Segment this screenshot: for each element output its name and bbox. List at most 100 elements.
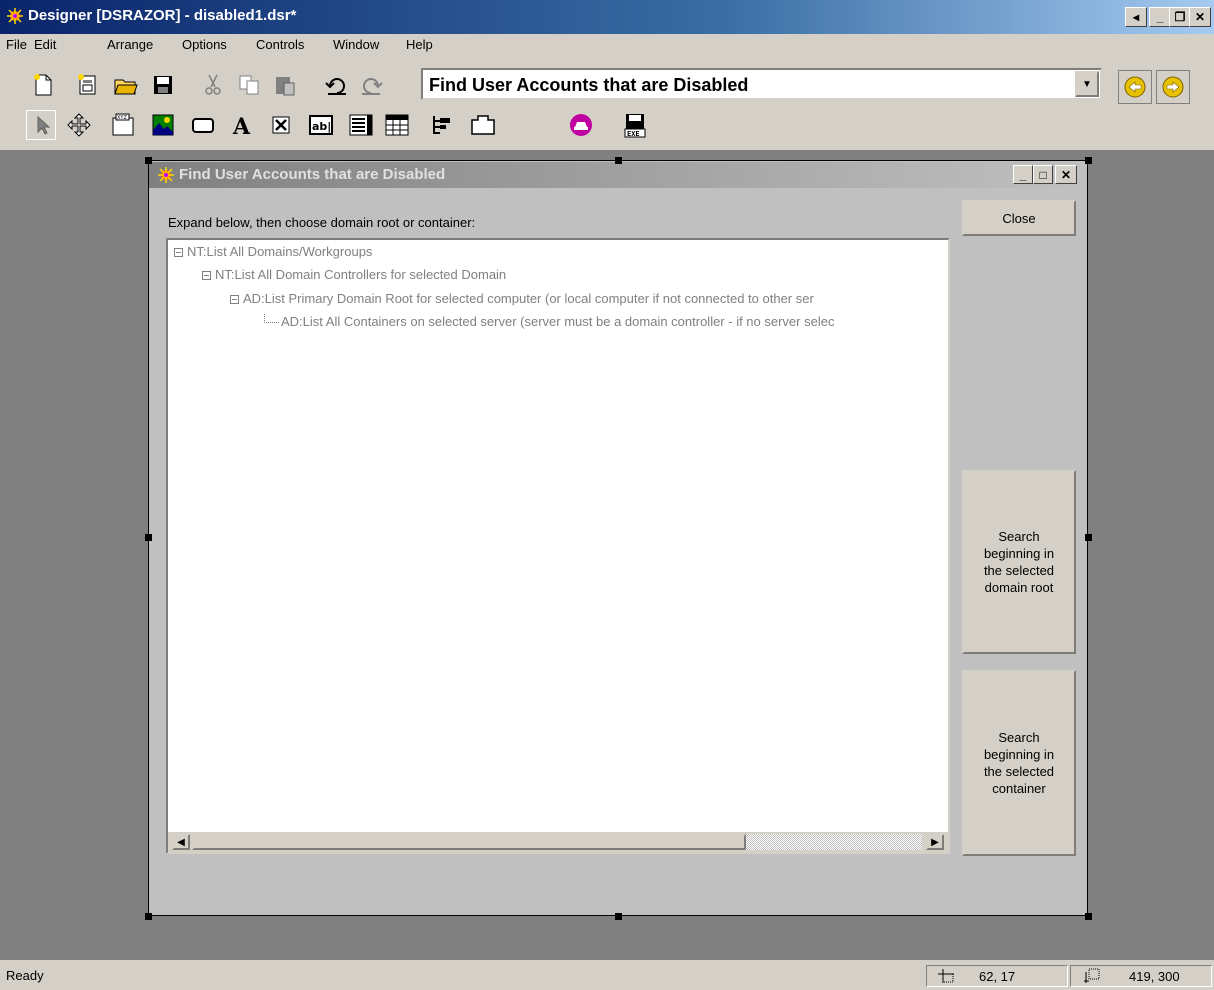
form-selector-combo[interactable]: Find User Accounts that are Disabled ▼ bbox=[421, 68, 1102, 100]
new-template-icon bbox=[78, 74, 96, 95]
resize-handle-e[interactable] bbox=[1085, 534, 1092, 541]
maximize-icon: □ bbox=[1039, 167, 1047, 182]
form-maximize-button[interactable]: □ bbox=[1033, 165, 1053, 184]
tree-node-containers[interactable]: AD:List All Containers on selected serve… bbox=[264, 314, 834, 329]
new-file-icon bbox=[34, 74, 52, 96]
save-icon bbox=[154, 76, 172, 94]
new-template-button[interactable] bbox=[72, 70, 102, 100]
grid-tool[interactable] bbox=[382, 110, 412, 140]
button-icon bbox=[192, 118, 214, 133]
move-tool[interactable] bbox=[64, 110, 94, 140]
resize-handle-w[interactable] bbox=[145, 534, 152, 541]
treeview-tool[interactable] bbox=[426, 110, 456, 140]
minimize-icon: _ bbox=[1156, 10, 1164, 24]
copy-icon bbox=[239, 75, 259, 95]
horizontal-scrollbar[interactable]: ◀ ▶ bbox=[168, 832, 948, 852]
svg-text:XYZ: XYZ bbox=[117, 115, 127, 121]
window-title: Designer [DSRAZOR] - disabled1.dsr* bbox=[28, 7, 297, 24]
paste-button[interactable] bbox=[270, 70, 300, 100]
save-button[interactable] bbox=[148, 70, 178, 100]
treeview-icon bbox=[433, 116, 450, 134]
close-button[interactable]: ✕ bbox=[1189, 7, 1211, 27]
resize-handle-n[interactable] bbox=[615, 157, 622, 164]
open-folder-button[interactable] bbox=[111, 70, 141, 100]
listbox-tool[interactable] bbox=[346, 110, 376, 140]
resize-handle-s[interactable] bbox=[615, 913, 622, 920]
open-folder-icon bbox=[114, 79, 138, 95]
minimize-icon: _ bbox=[1019, 167, 1027, 182]
button-label-line: the selected bbox=[983, 764, 1055, 779]
domain-tree-view[interactable]: NT:List All Domains/Workgroups NT:List A… bbox=[166, 238, 950, 854]
redo-icon bbox=[362, 78, 383, 95]
run-icon bbox=[570, 114, 592, 136]
title-bar[interactable]: Designer [DSRAZOR] - disabled1.dsr* ◂ _ … bbox=[0, 0, 1214, 34]
form-minimize-button[interactable]: _ bbox=[1013, 165, 1033, 184]
forward-arrow-icon bbox=[1162, 76, 1184, 98]
copy-button[interactable] bbox=[234, 70, 264, 100]
scrollbar-track[interactable] bbox=[746, 834, 922, 850]
status-text: Ready bbox=[6, 968, 44, 983]
undo-button[interactable] bbox=[322, 70, 352, 100]
text-icon: A bbox=[232, 114, 251, 138]
resize-handle-ne[interactable] bbox=[1085, 157, 1092, 164]
scrollbar-thumb[interactable] bbox=[192, 834, 746, 850]
svg-text:A: A bbox=[232, 114, 251, 138]
tree-node-domains[interactable]: NT:List All Domains/Workgroups bbox=[174, 244, 372, 259]
resize-handle-nw[interactable] bbox=[145, 157, 152, 164]
collapse-icon[interactable] bbox=[230, 295, 239, 305]
menu-edit[interactable]: Edit bbox=[34, 37, 56, 52]
pointer-icon bbox=[37, 115, 51, 135]
paste-icon bbox=[276, 77, 295, 96]
back-button[interactable] bbox=[1118, 70, 1152, 104]
tab-tool[interactable] bbox=[468, 110, 498, 140]
resize-handle-se[interactable] bbox=[1085, 913, 1092, 920]
checkbox-icon bbox=[272, 116, 290, 134]
forward-button[interactable] bbox=[1156, 70, 1190, 104]
redo-button[interactable] bbox=[356, 70, 386, 100]
menu-help[interactable]: Help bbox=[406, 37, 433, 52]
edit-box-tool[interactable]: ab| bbox=[306, 110, 336, 140]
combo-dropdown-button[interactable]: ▼ bbox=[1075, 71, 1099, 97]
cut-button[interactable] bbox=[198, 70, 228, 100]
text-tool[interactable]: A bbox=[228, 110, 258, 140]
close-form-button[interactable]: Close bbox=[962, 200, 1076, 236]
form-close-button[interactable]: ✕ bbox=[1055, 165, 1077, 184]
tree-node-domain-root[interactable]: AD:List Primary Domain Root for selected… bbox=[230, 291, 814, 306]
position-panel: 62, 17 bbox=[926, 965, 1068, 987]
frame-tool[interactable]: XYZ bbox=[108, 110, 138, 140]
tree-node-domain-controllers[interactable]: NT:List All Domain Controllers for selec… bbox=[202, 267, 506, 282]
menu-window[interactable]: Window bbox=[333, 37, 379, 52]
resize-handle-sw[interactable] bbox=[145, 913, 152, 920]
button-label-line: container bbox=[992, 781, 1046, 796]
maximize-button[interactable]: ❐ bbox=[1169, 7, 1191, 27]
menu-file[interactable]: File bbox=[6, 37, 27, 52]
image-tool[interactable] bbox=[148, 110, 178, 140]
image-icon bbox=[152, 114, 174, 136]
tab-icon bbox=[471, 115, 495, 135]
menu-controls[interactable]: Controls bbox=[256, 37, 304, 52]
close-icon: ✕ bbox=[1060, 167, 1072, 182]
form-title-bar[interactable]: Find User Accounts that are Disabled _ □… bbox=[149, 162, 1087, 188]
button-label-line: beginning in bbox=[983, 747, 1055, 762]
collapse-icon[interactable] bbox=[202, 271, 211, 281]
collapse-icon[interactable] bbox=[174, 248, 183, 258]
edit-box-icon: ab| bbox=[309, 115, 333, 135]
restore-prev-icon: ◂ bbox=[1132, 10, 1140, 24]
search-container-button[interactable]: Search beginning in the selected contain… bbox=[962, 670, 1076, 856]
minimize-button[interactable]: _ bbox=[1149, 7, 1171, 27]
scroll-left-button[interactable]: ◀ bbox=[172, 834, 190, 850]
menu-arrange[interactable]: Arrange bbox=[107, 37, 153, 52]
checkbox-tool[interactable] bbox=[266, 110, 296, 140]
restore-prev-button[interactable]: ◂ bbox=[1125, 7, 1147, 27]
menu-options[interactable]: Options bbox=[182, 37, 227, 52]
arrow-right-icon: ▶ bbox=[931, 836, 939, 848]
search-domain-root-button[interactable]: Search beginning in the selected domain … bbox=[962, 470, 1076, 654]
move-icon bbox=[67, 113, 91, 137]
button-tool[interactable] bbox=[188, 110, 218, 140]
make-exe-button[interactable]: EXE bbox=[620, 110, 650, 140]
scroll-right-button[interactable]: ▶ bbox=[926, 834, 944, 850]
back-arrow-icon bbox=[1124, 76, 1146, 98]
new-file-button[interactable] bbox=[28, 70, 58, 100]
pointer-tool[interactable] bbox=[26, 110, 56, 140]
run-button[interactable] bbox=[566, 110, 596, 140]
